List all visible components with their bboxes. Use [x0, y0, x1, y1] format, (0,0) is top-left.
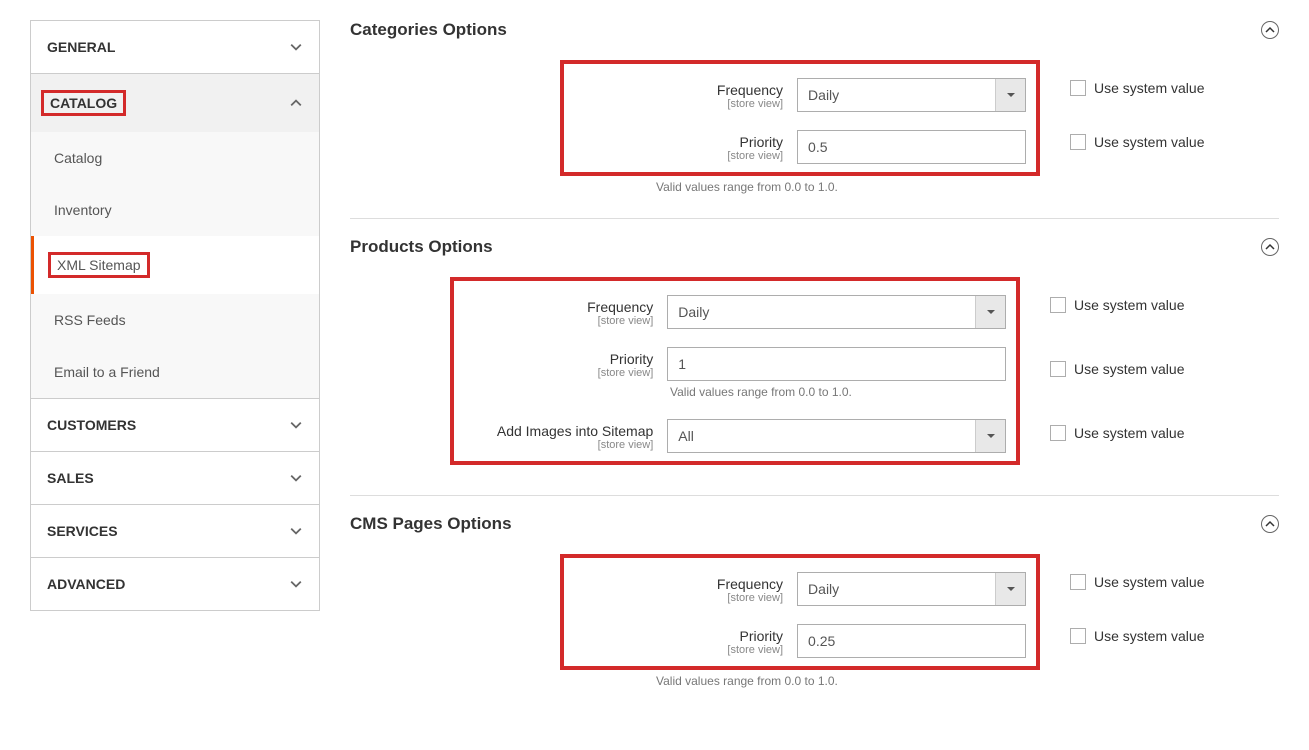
nav-sub-catalog: Catalog Inventory XML Sitemap RSS Feeds … — [31, 132, 319, 398]
sys-label: Use system value — [1094, 628, 1204, 644]
dropdown-arrow-icon — [975, 420, 1005, 452]
collapse-icon[interactable] — [1261, 21, 1279, 39]
products-priority-sys-checkbox[interactable] — [1050, 361, 1066, 377]
nav-group-advanced[interactable]: ADVANCED — [30, 557, 320, 611]
section-products: Products Options Frequency [store view] … — [350, 237, 1279, 496]
field-scope: [store view] — [464, 367, 653, 379]
chevron-down-icon — [289, 471, 303, 485]
categories-frequency-sys-checkbox[interactable] — [1070, 80, 1086, 96]
products-addimages-select[interactable]: All — [667, 419, 1006, 453]
sidebar-item-inventory[interactable]: Inventory — [31, 184, 319, 236]
sys-label: Use system value — [1094, 80, 1204, 96]
products-addimages-sys-checkbox[interactable] — [1050, 425, 1066, 441]
helper-text: Valid values range from 0.0 to 1.0. — [654, 674, 1019, 688]
nav-label: CUSTOMERS — [47, 417, 136, 433]
chevron-up-icon — [289, 96, 303, 110]
sidebar: GENERAL CATALOG Catalog Inventory XML Si… — [30, 20, 320, 730]
cms-frequency-select[interactable]: Daily — [797, 572, 1026, 606]
sidebar-item-rss-feeds[interactable]: RSS Feeds — [31, 294, 319, 346]
field-scope: [store view] — [574, 150, 783, 162]
field-scope: [store view] — [464, 439, 653, 451]
main-content: Categories Options Frequency [store view… — [350, 20, 1279, 730]
chevron-down-icon — [289, 577, 303, 591]
cms-frequency-sys-checkbox[interactable] — [1070, 574, 1086, 590]
nav-label: CATALOG — [41, 90, 126, 116]
field-scope: [store view] — [464, 315, 653, 327]
nav-label: SALES — [47, 470, 94, 486]
nav-label: ADVANCED — [47, 576, 125, 592]
field-label: Frequency — [574, 576, 783, 592]
field-scope: [store view] — [574, 592, 783, 604]
field-scope: [store view] — [574, 644, 783, 656]
section-title: Categories Options — [350, 20, 507, 40]
section-categories: Categories Options Frequency [store view… — [350, 20, 1279, 219]
sys-label: Use system value — [1074, 361, 1184, 377]
field-label: Frequency — [464, 299, 653, 315]
dropdown-arrow-icon — [995, 79, 1025, 111]
field-label: Priority — [574, 134, 783, 150]
products-frequency-select[interactable]: Daily — [667, 295, 1006, 329]
cms-priority-sys-checkbox[interactable] — [1070, 628, 1086, 644]
nav-label: SERVICES — [47, 523, 118, 539]
nav-header-catalog[interactable]: CATALOG — [31, 74, 319, 132]
nav-group-general[interactable]: GENERAL — [30, 20, 320, 74]
nav-group-services[interactable]: SERVICES — [30, 504, 320, 558]
sys-label: Use system value — [1074, 425, 1184, 441]
field-label: Add Images into Sitemap — [464, 423, 653, 439]
sys-label: Use system value — [1074, 297, 1184, 313]
dropdown-arrow-icon — [975, 296, 1005, 328]
section-title: CMS Pages Options — [350, 514, 512, 534]
chevron-down-icon — [289, 524, 303, 538]
sidebar-item-xml-sitemap[interactable]: XML Sitemap — [31, 236, 319, 294]
helper-text: Valid values range from 0.0 to 1.0. — [668, 385, 1033, 399]
chevron-down-icon — [289, 40, 303, 54]
sys-label: Use system value — [1094, 574, 1204, 590]
section-cms: CMS Pages Options Frequency [store view]… — [350, 514, 1279, 712]
categories-frequency-select[interactable]: Daily — [797, 78, 1026, 112]
sidebar-item-catalog[interactable]: Catalog — [31, 132, 319, 184]
nav-group-customers[interactable]: CUSTOMERS — [30, 398, 320, 452]
nav-group-catalog: CATALOG Catalog Inventory XML Sitemap RS… — [30, 73, 320, 399]
chevron-down-icon — [289, 418, 303, 432]
collapse-icon[interactable] — [1261, 515, 1279, 533]
products-frequency-sys-checkbox[interactable] — [1050, 297, 1066, 313]
field-label: Frequency — [574, 82, 783, 98]
categories-priority-input[interactable] — [797, 130, 1026, 164]
field-scope: [store view] — [574, 98, 783, 110]
cms-priority-input[interactable] — [797, 624, 1026, 658]
section-title: Products Options — [350, 237, 493, 257]
sidebar-item-email-friend[interactable]: Email to a Friend — [31, 346, 319, 398]
field-label: Priority — [574, 628, 783, 644]
helper-text: Valid values range from 0.0 to 1.0. — [654, 180, 1019, 194]
categories-priority-sys-checkbox[interactable] — [1070, 134, 1086, 150]
collapse-icon[interactable] — [1261, 238, 1279, 256]
field-label: Priority — [464, 351, 653, 367]
products-priority-input[interactable] — [667, 347, 1006, 381]
nav-group-sales[interactable]: SALES — [30, 451, 320, 505]
sys-label: Use system value — [1094, 134, 1204, 150]
dropdown-arrow-icon — [995, 573, 1025, 605]
nav-label: GENERAL — [47, 39, 115, 55]
